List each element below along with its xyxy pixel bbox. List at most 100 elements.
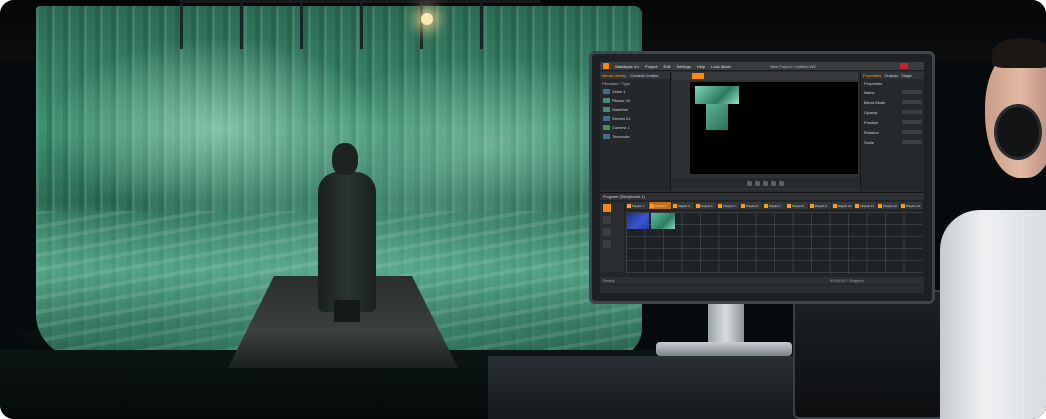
cue-label: Playlist 2 bbox=[654, 203, 667, 208]
property-field[interactable] bbox=[902, 110, 922, 114]
property-field[interactable] bbox=[902, 130, 922, 134]
cue-label: Playlist 13 bbox=[906, 203, 920, 208]
cue-12[interactable]: Playlist 12 bbox=[877, 202, 900, 209]
viewer-head bbox=[332, 143, 358, 175]
cue-marker-icon bbox=[855, 203, 860, 208]
cue-marker-icon bbox=[672, 203, 677, 208]
cue-1[interactable]: Playlist 1 bbox=[626, 202, 648, 209]
list-item[interactable]: Camera 1 bbox=[603, 124, 667, 131]
list-item[interactable]: Video 1 bbox=[603, 88, 667, 95]
cue-11[interactable]: Playlist 11 bbox=[854, 202, 877, 209]
cue-marker-icon bbox=[649, 203, 654, 208]
file-list-header: Filename / Type bbox=[602, 81, 631, 86]
cue-8[interactable]: Playlist 8 bbox=[785, 202, 808, 209]
property-row: Opacity bbox=[864, 110, 922, 115]
close-button[interactable] bbox=[900, 63, 908, 69]
list-item[interactable]: Timecode bbox=[603, 133, 667, 140]
list-item[interactable]: Picture 4K bbox=[603, 97, 667, 104]
file-name: Stream 01 bbox=[612, 116, 631, 121]
track-button[interactable] bbox=[603, 228, 611, 236]
tab-media-library[interactable]: Media Library bbox=[602, 73, 626, 78]
cue-marker-icon bbox=[878, 203, 883, 208]
property-field[interactable] bbox=[902, 140, 922, 144]
preview-canvas[interactable] bbox=[690, 82, 858, 174]
cue-6[interactable]: Playlist 6 bbox=[740, 202, 763, 209]
property-field[interactable] bbox=[902, 90, 922, 94]
file-name: Timecode bbox=[612, 134, 630, 139]
cue-9[interactable]: Playlist 9 bbox=[808, 202, 831, 209]
status-bar: Ready 00:00:00 / Stopped bbox=[600, 277, 924, 284]
menu-edit[interactable]: Edit bbox=[664, 64, 671, 69]
operator-hair bbox=[992, 38, 1046, 68]
list-item[interactable]: Waterfall bbox=[603, 106, 667, 113]
properties-title: Properties bbox=[864, 81, 883, 86]
menu-project[interactable]: Project bbox=[645, 64, 657, 69]
stage-preview bbox=[672, 72, 858, 190]
left-panel-tabs: Media Library Content Creator bbox=[600, 72, 670, 79]
zoom-out-icon[interactable] bbox=[746, 180, 752, 186]
tab-properties[interactable]: Properties bbox=[863, 73, 881, 78]
property-row: Blend Mode bbox=[864, 100, 922, 105]
preview-controls bbox=[672, 178, 858, 188]
headphone-icon bbox=[994, 104, 1042, 160]
settings-icon[interactable] bbox=[778, 180, 784, 186]
cue-3[interactable]: Playlist 3 bbox=[671, 202, 694, 209]
cue-marker-icon bbox=[695, 203, 700, 208]
timeline-clip[interactable] bbox=[627, 213, 649, 229]
timeline-panel: Program (Storyboard 1) Playlist 1 Playlis… bbox=[600, 192, 924, 285]
software-screen: Watchpax 4.x Project Edit Settings Help … bbox=[600, 62, 924, 293]
zoom-in-icon[interactable] bbox=[754, 180, 760, 186]
tab-outputs[interactable]: Outputs bbox=[884, 73, 898, 78]
property-label: Position bbox=[864, 120, 879, 125]
list-item[interactable]: Stream 01 bbox=[603, 115, 667, 122]
viewer-silhouette bbox=[318, 172, 376, 312]
cue-label: Playlist 12 bbox=[883, 203, 897, 208]
cue-marker-icon bbox=[786, 203, 791, 208]
timeline-clip[interactable] bbox=[651, 213, 675, 229]
cue-marker-icon bbox=[627, 203, 631, 208]
property-label: Opacity bbox=[864, 110, 878, 115]
cue-label: Playlist 11 bbox=[860, 203, 874, 208]
properties-panel: Properties Outputs Stage Properties Name… bbox=[860, 72, 924, 190]
property-row: Position bbox=[864, 120, 922, 125]
fit-icon[interactable] bbox=[762, 180, 768, 186]
file-name: Camera 1 bbox=[612, 125, 630, 130]
track-button[interactable] bbox=[603, 240, 611, 248]
track-button[interactable] bbox=[603, 216, 611, 224]
cue-13[interactable]: Playlist 13 bbox=[900, 202, 922, 209]
cue-marker-icon bbox=[718, 203, 723, 208]
operator-shirt bbox=[940, 210, 1046, 419]
preview-projection-stem bbox=[706, 104, 728, 130]
tab-content-creator[interactable]: Content Creator bbox=[630, 73, 658, 78]
preview-projection-top bbox=[695, 86, 739, 104]
immersive-room-photo: Watchpax 4.x Project Edit Settings Help … bbox=[0, 0, 1046, 419]
media-library-panel: Media Library Content Creator Filename /… bbox=[600, 72, 671, 190]
file-thumb bbox=[603, 98, 610, 103]
tab-stage[interactable]: Stage bbox=[901, 73, 911, 78]
menu-bar: Watchpax 4.x Project Edit Settings Help … bbox=[600, 62, 924, 71]
menu-help[interactable]: Help bbox=[697, 64, 705, 69]
track-button[interactable] bbox=[603, 204, 611, 212]
property-label: Scale bbox=[864, 140, 875, 145]
grid-icon[interactable] bbox=[770, 180, 776, 186]
cue-7[interactable]: Playlist 7 bbox=[763, 202, 785, 209]
menu-lock-mode[interactable]: Lock Mode bbox=[711, 64, 731, 69]
property-field[interactable] bbox=[902, 100, 922, 104]
cue-row: Playlist 1 Playlist 2 Playlist 3 Playlist 4… bbox=[626, 202, 922, 210]
cue-5[interactable]: Playlist 5 bbox=[717, 202, 740, 209]
cue-10[interactable]: Playlist 10 bbox=[831, 202, 854, 209]
cue-2[interactable]: Playlist 2 bbox=[648, 202, 671, 209]
cue-marker-icon bbox=[809, 203, 814, 208]
cue-4[interactable]: Playlist 4 bbox=[694, 202, 717, 209]
cue-label: Playlist 3 bbox=[677, 203, 690, 208]
status-timecode: 00:00:00 / Stopped bbox=[830, 278, 864, 283]
menu-settings[interactable]: Settings bbox=[676, 64, 690, 69]
window-title: New Project / Untitled.WX bbox=[770, 64, 817, 69]
property-label: Rotation bbox=[864, 130, 879, 135]
preview-toolbar bbox=[672, 72, 858, 80]
file-name: Picture 4K bbox=[612, 98, 631, 103]
property-field[interactable] bbox=[902, 120, 922, 124]
preview-tab[interactable] bbox=[692, 73, 704, 79]
cue-label: Playlist 6 bbox=[746, 203, 759, 208]
timeline-title: Program (Storyboard 1) bbox=[603, 194, 646, 199]
